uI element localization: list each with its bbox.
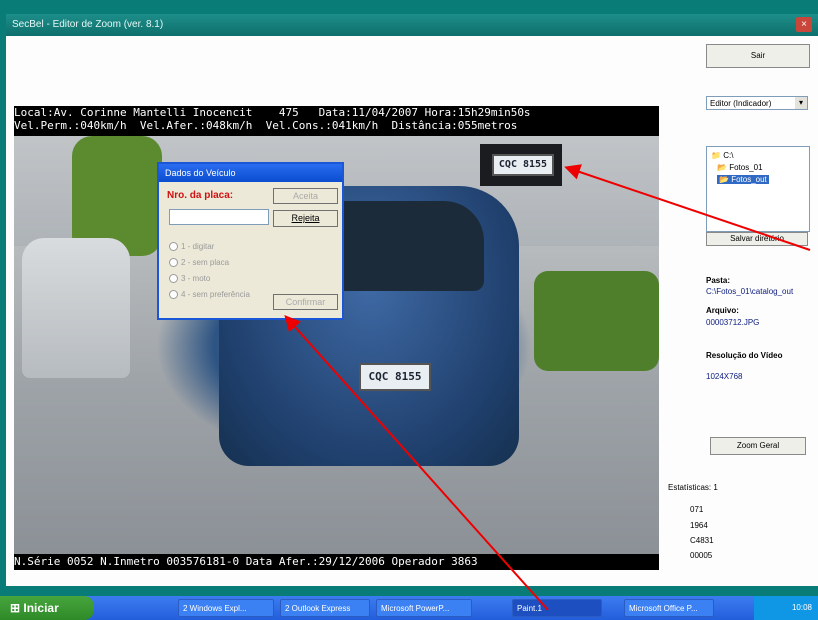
arrow-to-dialog bbox=[284, 315, 549, 611]
arrow-to-zoom-plate bbox=[564, 164, 811, 251]
annotation-arrows bbox=[284, 164, 811, 611]
